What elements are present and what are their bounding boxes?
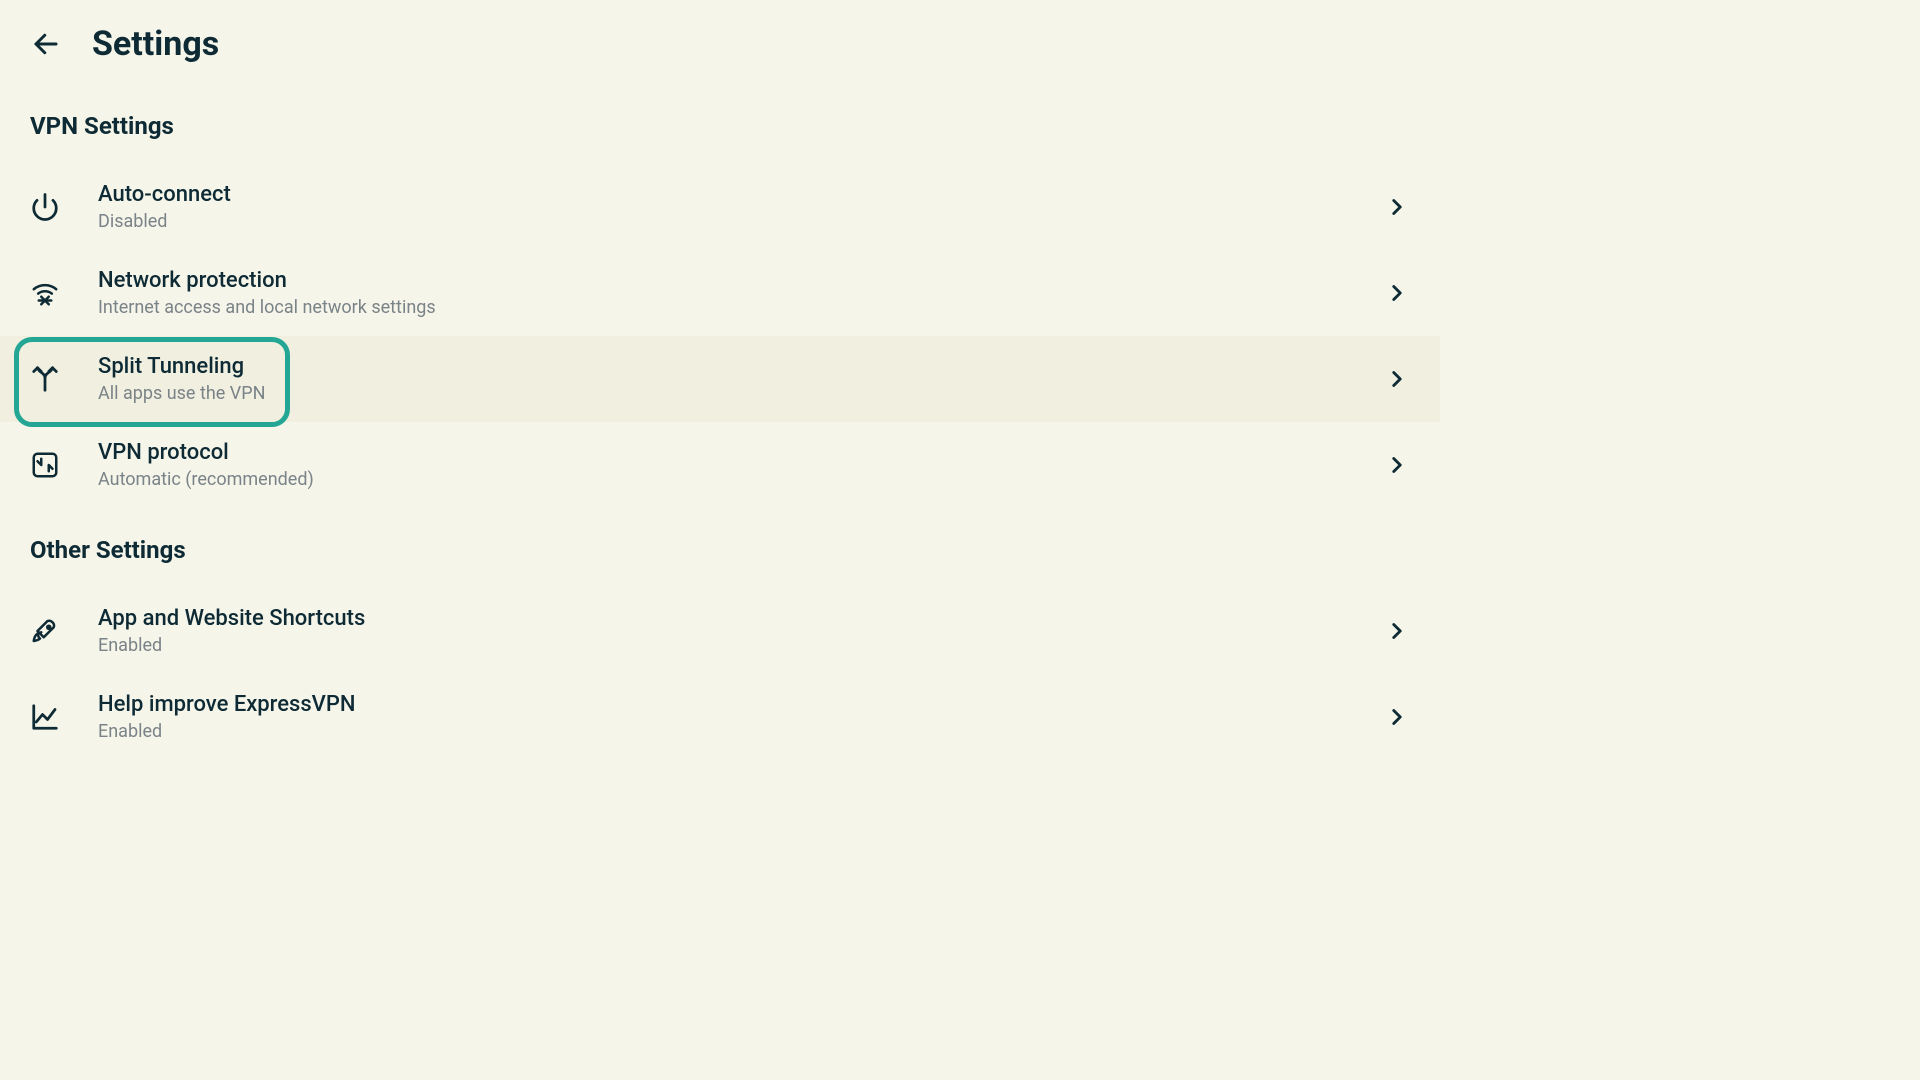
settings-list-vpn: Auto-connect Disabled Network protection… <box>0 164 1440 508</box>
item-title: App and Website Shortcuts <box>98 606 1384 631</box>
item-subtitle: Automatic (recommended) <box>98 469 1384 490</box>
item-title: VPN protocol <box>98 440 1384 465</box>
item-help-improve[interactable]: Help improve ExpressVPN Enabled <box>0 674 1440 760</box>
rocket-icon <box>30 616 78 646</box>
item-text: Auto-connect Disabled <box>98 182 1384 232</box>
split-icon <box>30 364 78 394</box>
wifi-off-icon <box>30 278 78 308</box>
item-title: Network protection <box>98 268 1384 293</box>
item-title: Auto-connect <box>98 182 1384 207</box>
chevron-right-icon <box>1384 704 1410 730</box>
item-title: Help improve ExpressVPN <box>98 692 1384 717</box>
chevron-right-icon <box>1384 366 1410 392</box>
item-split-tunneling[interactable]: Split Tunneling All apps use the VPN <box>0 336 1440 422</box>
back-button[interactable] <box>28 26 64 62</box>
chevron-right-icon <box>1384 280 1410 306</box>
item-text: App and Website Shortcuts Enabled <box>98 606 1384 656</box>
item-text: Split Tunneling All apps use the VPN <box>98 354 1384 404</box>
power-icon <box>30 192 78 222</box>
item-auto-connect[interactable]: Auto-connect Disabled <box>0 164 1440 250</box>
header: Settings <box>0 24 1440 64</box>
chart-line-icon <box>30 702 78 732</box>
settings-screen: Settings VPN Settings Auto-connect Disab… <box>0 0 1440 810</box>
item-text: VPN protocol Automatic (recommended) <box>98 440 1384 490</box>
protocol-icon <box>30 450 78 480</box>
item-vpn-protocol[interactable]: VPN protocol Automatic (recommended) <box>0 422 1440 508</box>
item-text: Help improve ExpressVPN Enabled <box>98 692 1384 742</box>
chevron-right-icon <box>1384 618 1410 644</box>
item-text: Network protection Internet access and l… <box>98 268 1384 318</box>
section-label-other: Other Settings <box>0 536 1440 564</box>
settings-list-other: App and Website Shortcuts Enabled Help i… <box>0 588 1440 760</box>
item-subtitle: All apps use the VPN <box>98 383 1384 404</box>
item-subtitle: Enabled <box>98 635 1384 656</box>
arrow-left-icon <box>31 29 61 59</box>
section-label-vpn: VPN Settings <box>0 112 1440 140</box>
item-subtitle: Disabled <box>98 211 1384 232</box>
item-subtitle: Enabled <box>98 721 1384 742</box>
page-title: Settings <box>92 24 219 64</box>
item-subtitle: Internet access and local network settin… <box>98 297 1384 318</box>
item-app-website-shortcuts[interactable]: App and Website Shortcuts Enabled <box>0 588 1440 674</box>
item-title: Split Tunneling <box>98 354 1384 379</box>
chevron-right-icon <box>1384 452 1410 478</box>
item-network-protection[interactable]: Network protection Internet access and l… <box>0 250 1440 336</box>
chevron-right-icon <box>1384 194 1410 220</box>
